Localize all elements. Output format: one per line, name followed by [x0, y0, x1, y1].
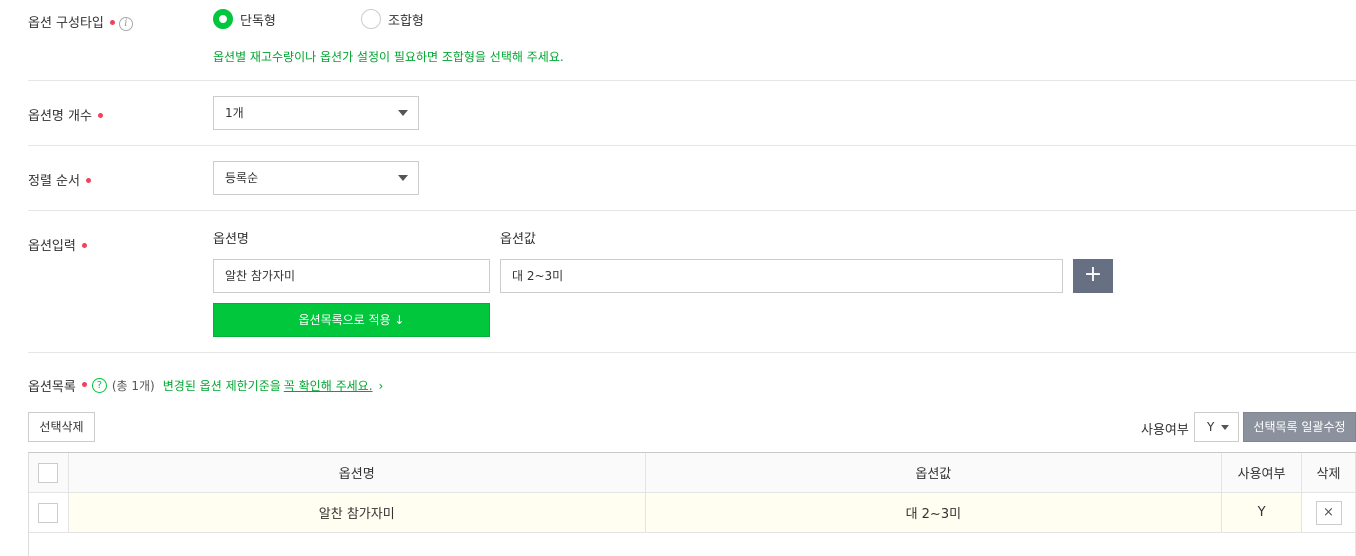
caret-down-icon [398, 175, 408, 181]
radio-selected-icon [213, 9, 233, 29]
table-row[interactable]: 알찬 참가자미 대 2~3미 Y × [29, 493, 1356, 533]
info-icon[interactable]: i [118, 16, 133, 31]
radio-combination-label: 조합형 [388, 13, 424, 29]
chevron-right-icon: › [378, 378, 384, 393]
required-dot [81, 243, 87, 248]
help-question-icon[interactable]: ? [91, 378, 107, 393]
sort-order-label: 정렬 순서 [28, 174, 80, 189]
option-input-label: 옵션입력 [28, 239, 76, 254]
row-delete-cell: × [1302, 493, 1356, 532]
option-count-row: 옵션명 개수 1개 [28, 81, 1356, 146]
sort-order-select[interactable]: 등록순 [213, 161, 419, 195]
option-input-row: 옵션입력 옵션명 옵션값 알찬 참가자미 대 2~3미 + 옵션목록으로 적용 … [28, 211, 1356, 353]
row-checkbox-cell [29, 493, 69, 532]
grid-empty-area [29, 533, 1356, 556]
header-delete: 삭제 [1302, 453, 1356, 492]
option-value-input[interactable]: 대 2~3미 [500, 259, 1063, 293]
sort-order-value: 등록순 [225, 171, 259, 185]
sort-order-label-wrap: 정렬 순서 [28, 170, 91, 189]
option-count-value: 1개 [225, 106, 244, 120]
row-checkbox[interactable] [38, 502, 59, 523]
delete-selected-button[interactable]: 선택삭제 [28, 412, 95, 442]
option-name-header: 옵션명 [213, 232, 249, 247]
required-dot [81, 382, 87, 387]
header-checkbox-cell [29, 453, 69, 492]
option-list-header: 옵션목록 ? (총 1개) 변경된 옵션 제한기준을 꼭 확인해 주세요. › [28, 376, 383, 395]
sort-order-row: 정렬 순서 등록순 [28, 146, 1356, 211]
option-count-label: 옵션명 개수 [28, 109, 92, 124]
option-count-select[interactable]: 1개 [213, 96, 419, 130]
radio-combination-type[interactable]: 조합형 [361, 9, 424, 29]
add-option-button[interactable]: + [1073, 259, 1113, 293]
option-type-row: 옵션 구성타입 i 단독형 조합형 옵션별 재고수량이나 옵션가 설정이 필요하면… [28, 0, 1356, 81]
radio-single-label: 단독형 [240, 13, 276, 29]
row-option-name[interactable]: 알찬 참가자미 [69, 493, 646, 532]
option-type-label: 옵션 구성타입 [28, 16, 104, 31]
apply-to-list-button[interactable]: 옵션목록으로 적용 ↓ [213, 303, 490, 337]
grid-header-row: 옵션명 옵션값 사용여부 삭제 [29, 453, 1356, 493]
radio-unselected-icon [361, 9, 381, 29]
usage-filter-label: 사용여부 [1141, 423, 1189, 438]
notice-text: 변경된 옵션 제한기준을 [162, 379, 281, 393]
bulk-edit-button[interactable]: 선택목록 일괄수정 [1243, 412, 1356, 442]
header-option-name: 옵션명 [69, 453, 646, 492]
required-dot [97, 113, 103, 118]
option-grid: 옵션명 옵션값 사용여부 삭제 알찬 참가자미 대 2~3미 Y × [28, 452, 1356, 556]
delete-row-icon[interactable]: × [1315, 500, 1342, 525]
select-all-checkbox[interactable] [38, 462, 59, 483]
option-name-input[interactable]: 알찬 참가자미 [213, 259, 490, 293]
row-option-value[interactable]: 대 2~3미 [646, 493, 1223, 532]
option-count-text: (총 1개) [111, 379, 155, 393]
required-dot [85, 178, 91, 183]
usage-select[interactable]: Y [1194, 412, 1239, 442]
header-usage: 사용여부 [1222, 453, 1303, 492]
required-dot [109, 20, 115, 25]
row-usage[interactable]: Y [1222, 493, 1303, 532]
header-option-value: 옵션값 [646, 453, 1223, 492]
usage-select-value: Y [1207, 420, 1215, 434]
option-type-help: 옵션별 재고수량이나 옵션가 설정이 필요하면 조합형을 선택해 주세요. [213, 50, 564, 64]
radio-single-type[interactable]: 단독형 [213, 9, 276, 29]
notice-link[interactable]: 꼭 확인해 주세요. [284, 377, 373, 394]
option-value-header: 옵션값 [500, 232, 536, 247]
option-list-label: 옵션목록 [28, 380, 76, 395]
option-count-label-wrap: 옵션명 개수 [28, 105, 103, 124]
option-type-label-wrap: 옵션 구성타입 i [28, 12, 133, 31]
caret-down-icon [398, 110, 408, 116]
option-input-label-wrap: 옵션입력 [28, 235, 87, 254]
caret-down-icon [1221, 425, 1229, 430]
